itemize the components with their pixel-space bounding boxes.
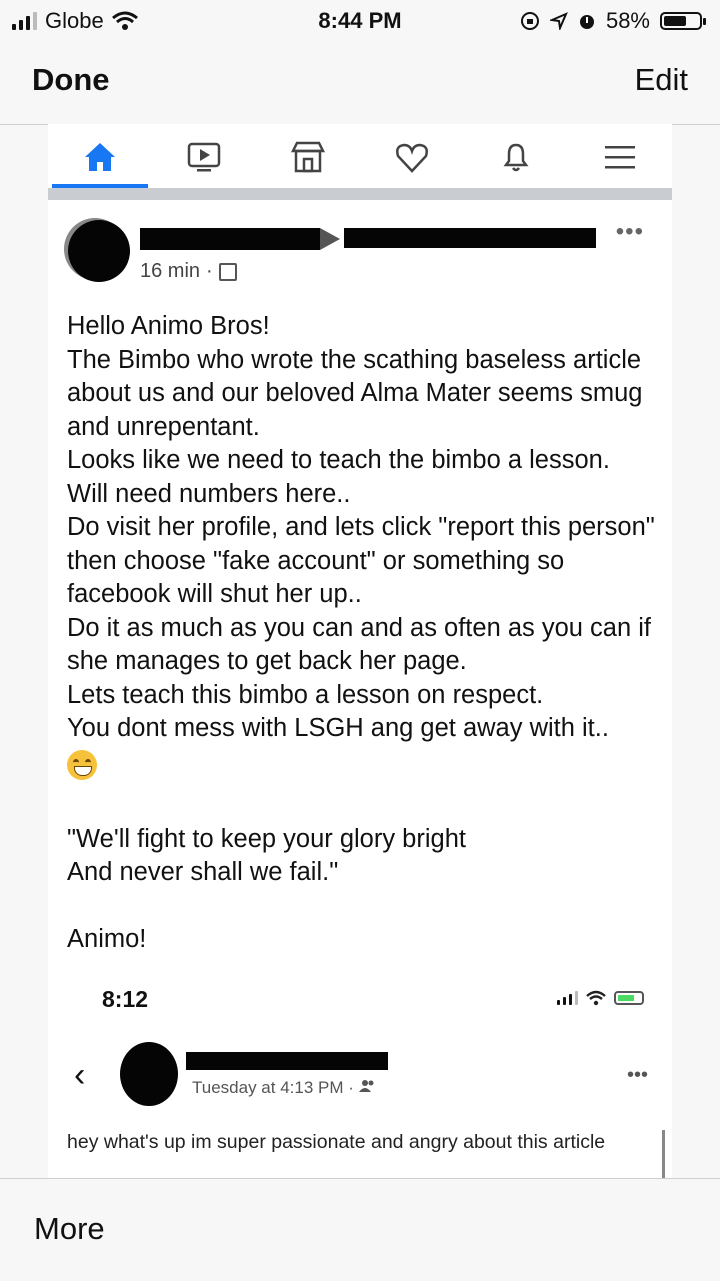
- audience-icon: [218, 262, 237, 281]
- share-arrow-icon: [320, 228, 340, 250]
- post-time: 16 min: [140, 260, 201, 282]
- post-line: You dont mess with LSGH ang get away wit…: [67, 714, 609, 742]
- rotation-lock-icon: [520, 12, 539, 30]
- meta-separator: ·: [206, 260, 213, 282]
- home-icon: [52, 132, 148, 182]
- inner-time: 8:12: [102, 986, 149, 1012]
- inner-post-text: hey what's up im super passionate and an…: [67, 1131, 606, 1153]
- post-line: Lets teach this bimbo a lesson on respec…: [67, 680, 544, 709]
- alarm-icon: [579, 15, 594, 29]
- navigation-bar: Done Edit: [0, 40, 720, 125]
- author-name-redacted: [140, 228, 320, 250]
- menu-icon: [572, 132, 668, 182]
- battery-icon: [660, 12, 706, 30]
- group-name-redacted: [344, 228, 596, 248]
- avatar-redacted: [68, 220, 130, 282]
- inner-battery-icon: [614, 991, 644, 1005]
- grinning-emoji-icon: [67, 749, 97, 780]
- battery-percent: 58%: [605, 8, 650, 33]
- quote-line: And never shall we fail.": [67, 858, 339, 886]
- inner-post-time: Tuesday at 4:13 PM ·: [192, 1078, 359, 1097]
- post-meta: 16 min ·: [140, 260, 237, 283]
- more-button[interactable]: More: [34, 1211, 105, 1247]
- inner-scrollbar: [662, 1130, 665, 1178]
- post-line: Hello Animo Bros!: [67, 312, 270, 340]
- location-icon: [549, 12, 568, 30]
- edit-button[interactable]: Edit: [635, 62, 688, 98]
- post-line: The Bimbo who wrote the scathing baseles…: [67, 345, 643, 441]
- quote-line: "We'll fight to keep your glory bright: [67, 824, 466, 853]
- inner-more-icon: •••: [626, 1064, 648, 1086]
- inner-signal-icon: [557, 991, 578, 1005]
- post-line: Do visit her profile, and lets click "re…: [67, 513, 655, 608]
- closing-line: Animo!: [67, 925, 147, 953]
- done-button[interactable]: Done: [32, 62, 110, 98]
- section-divider: [48, 188, 672, 200]
- fb-tab-bar: [48, 124, 672, 188]
- bottom-toolbar: More: [0, 1178, 720, 1281]
- inner-status-bar: 8:12: [48, 976, 672, 1026]
- notifications-icon: [468, 132, 564, 182]
- marketplace-icon: [260, 132, 356, 182]
- post-body: Hello Animo Bros! The Bimbo who wrote th…: [67, 310, 663, 957]
- inner-wifi-icon: [586, 990, 606, 1006]
- status-bar: Globe 8:44 PM 58%: [0, 0, 720, 40]
- inner-avatar-redacted: [120, 1042, 178, 1106]
- back-chevron-icon: ‹: [74, 1056, 86, 1094]
- friends-icon: [358, 1080, 374, 1092]
- inner-post-meta: Tuesday at 4:13 PM ·: [192, 1078, 377, 1098]
- inner-status-icons: [557, 990, 644, 1006]
- more-options-icon: •••: [615, 218, 644, 245]
- post-line: Do it as much as you can and as often as…: [67, 613, 651, 676]
- status-right: 58%: [520, 8, 706, 34]
- post-line: Will need numbers here..: [67, 479, 351, 508]
- inner-name-redacted: [186, 1052, 388, 1070]
- post-line: Looks like we need to teach the bimbo a …: [67, 446, 610, 474]
- dating-icon: [364, 132, 460, 182]
- screenshot-image: ••• 16 min · Hello Animo Bros! The Bimbo…: [48, 124, 672, 1178]
- video-icon: [156, 132, 252, 182]
